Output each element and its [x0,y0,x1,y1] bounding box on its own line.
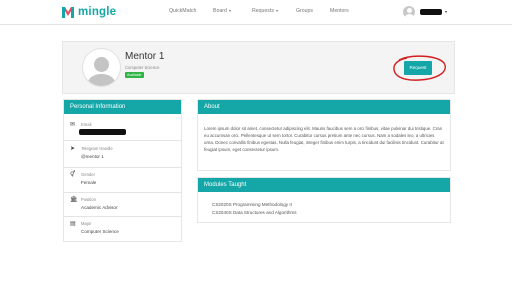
nav-board[interactable]: Board [213,8,231,14]
chevron-down-icon [228,9,231,12]
position-label: Position [81,197,96,202]
nav-board-label: Board [213,8,227,14]
avatar-body-shape [88,74,115,86]
nav-requests[interactable]: Requests [252,8,278,14]
module-item: CS2040S Data Structures and Algorithms [212,210,297,215]
building-icon: 🏛 [70,197,78,203]
modules-taught-panel: Modules Taught CS2020S Programming Metho… [197,177,451,223]
envelope-icon: ✉ [70,122,76,128]
nav-groups[interactable]: Groups [296,8,313,14]
brand-logo[interactable]: mingle [62,5,116,19]
mentor-name: Mentor 1 [125,51,165,62]
divider [64,167,181,168]
avatar [403,5,415,18]
profile-header-card: Mentor 1 Computer Science Available Requ… [62,41,455,94]
chevron-down-icon [275,9,278,12]
redacted-username [420,8,442,15]
position-value: Academic Advisor [81,205,118,210]
divider [64,140,181,141]
module-item: CS2020S Programming Methodology II [212,202,292,207]
gender-label: Gender [81,172,95,177]
email-label: Email [81,122,92,127]
brand-name: mingle [78,6,117,18]
telegram-label: Telegram Handle [81,146,113,151]
user-menu[interactable] [403,5,447,18]
chevron-down-icon [445,10,447,13]
avatar-head-shape [94,57,109,72]
telegram-value: @mentor 1 [81,154,104,159]
mingle-logo-icon [62,6,74,18]
redacted-email [79,129,126,135]
personal-information-panel: Personal Information ✉ Email ➤ Telegram … [63,99,182,242]
nav-requests-label: Requests [252,8,274,14]
about-panel: About Lorem ipsum dolor sit amet, consec… [197,99,451,171]
mentor-avatar [82,48,121,87]
major-label: Major [81,221,92,226]
major-value: Computer Science [81,229,119,234]
gender-value: Female [81,180,97,185]
book-icon: ▤ [70,221,76,227]
personal-information-header: Personal Information [64,100,181,114]
divider [64,216,181,217]
about-header: About [198,100,450,114]
divider [64,192,181,193]
status-badge: Available [125,72,144,78]
modules-taught-header: Modules Taught [198,178,450,192]
nav-quickmatch[interactable]: QuickMatch [169,8,196,14]
about-text: Lorem ipsum dolor sit amet, consectetur … [204,126,444,152]
mentor-department: Computer Science [125,65,160,70]
top-navbar: mingle QuickMatch Board Requests Groups … [0,0,512,25]
nav-mentors[interactable]: Mentors [330,8,349,14]
gender-icon: ⚥ [70,172,76,178]
paper-plane-icon: ➤ [70,146,76,152]
red-circle-annotation [393,55,446,81]
